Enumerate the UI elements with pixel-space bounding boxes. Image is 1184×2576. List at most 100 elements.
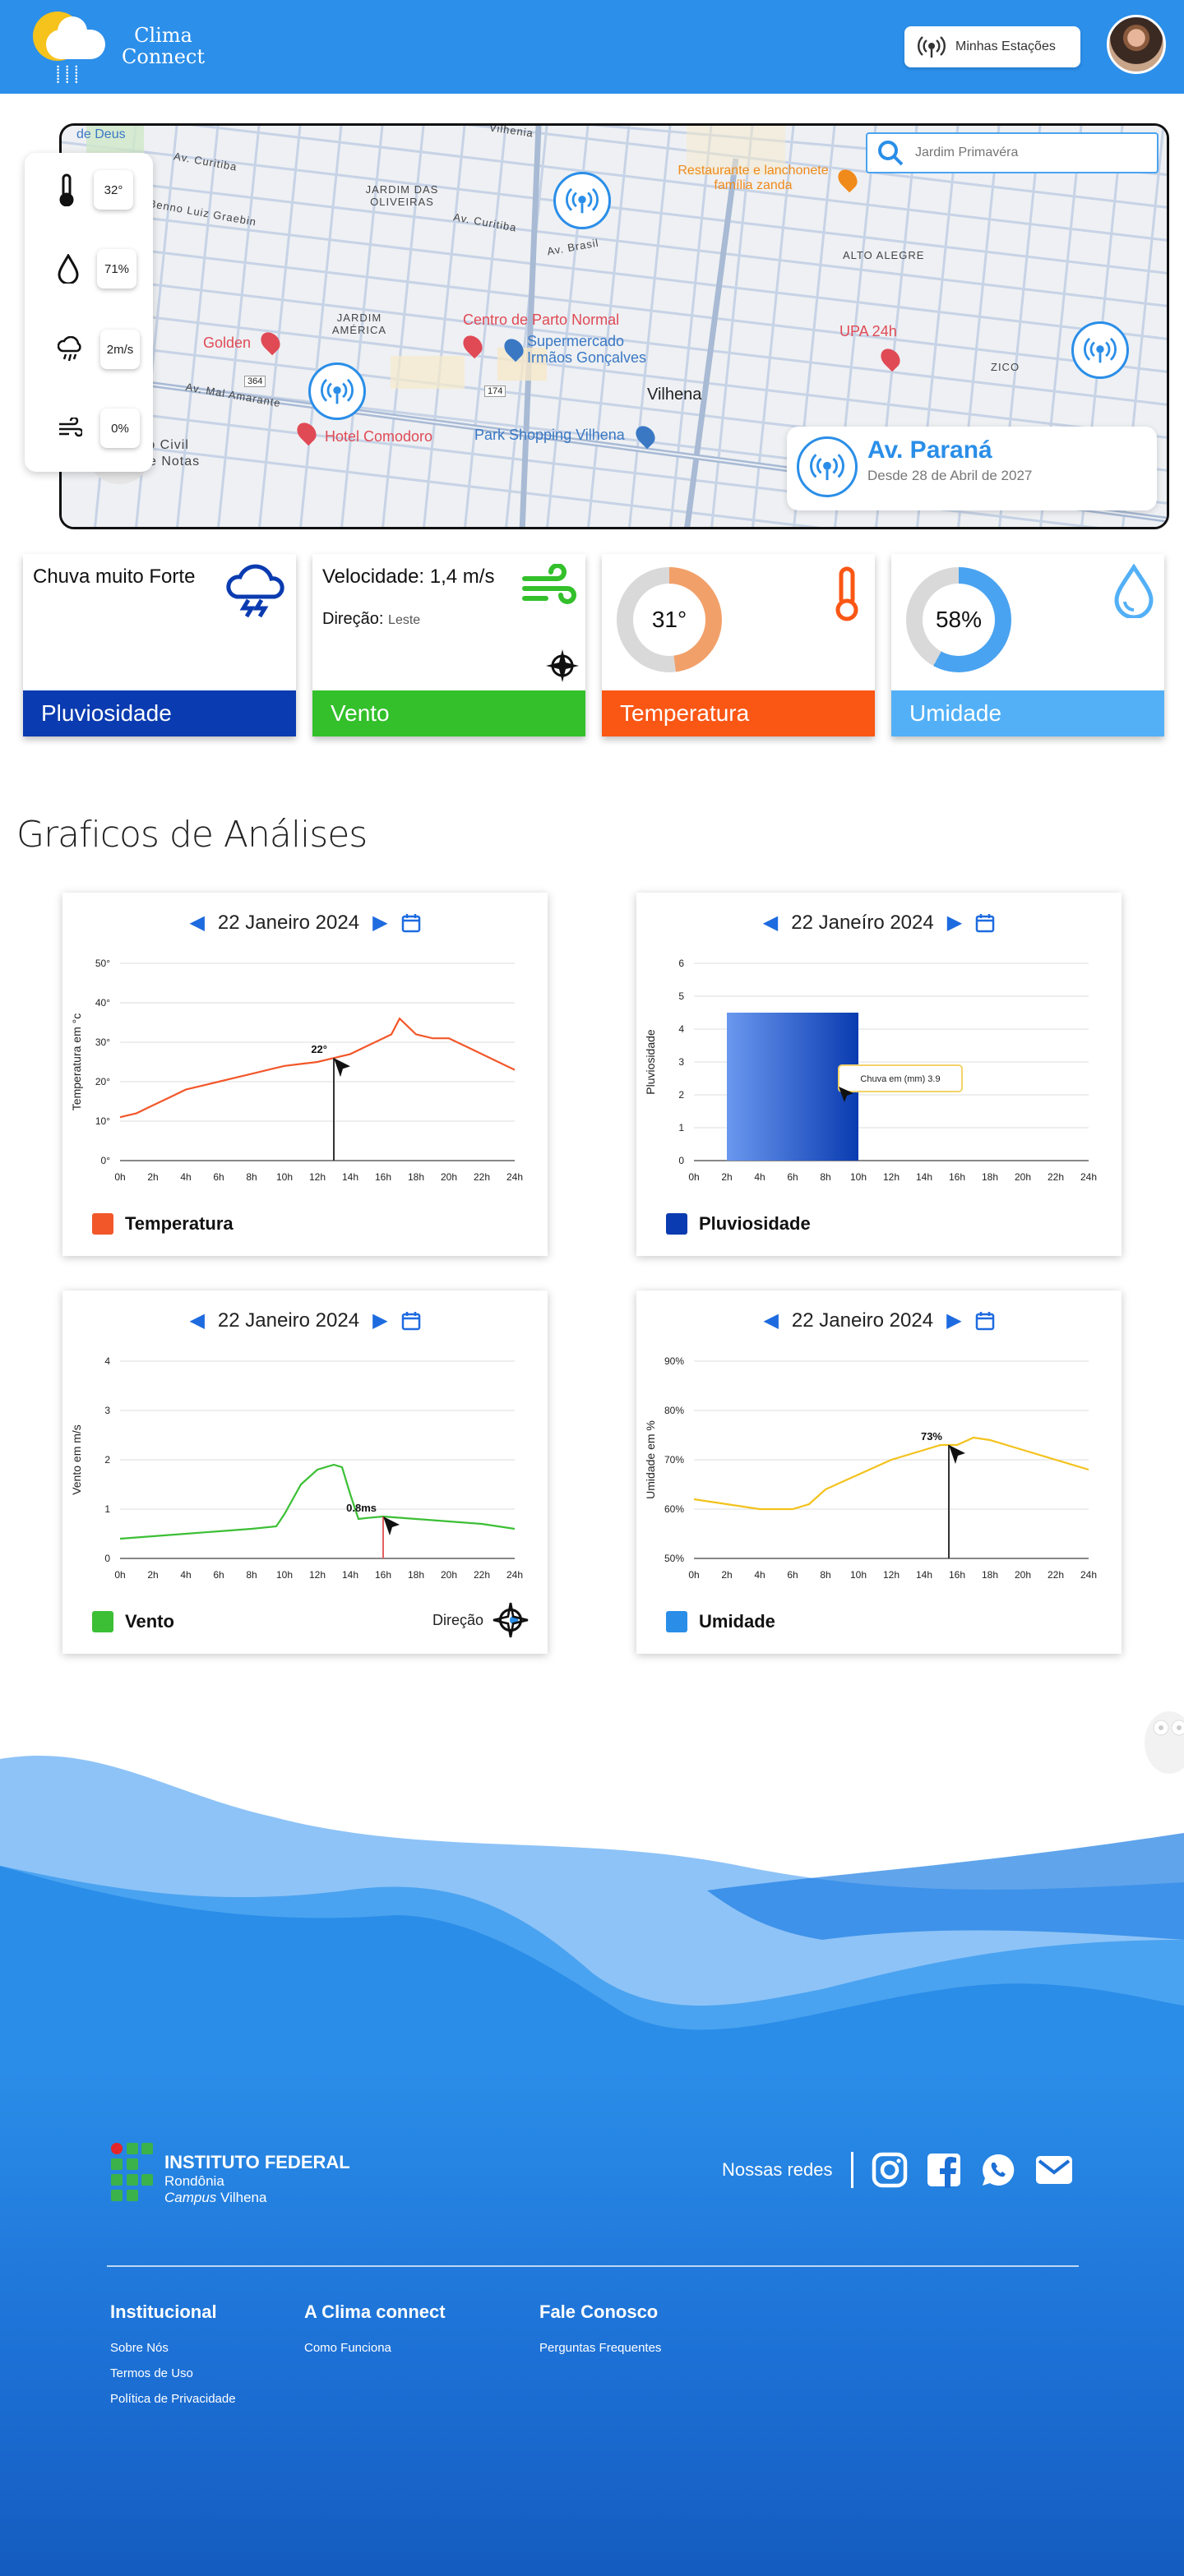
footer-column-title: A Clima connect bbox=[304, 2301, 446, 2322]
x-tick-label: 4h bbox=[180, 1569, 191, 1581]
app-logo[interactable]: ⸽⸽⸽ Clima Connect bbox=[33, 12, 230, 85]
rain-card-footer: Pluviosidade bbox=[23, 690, 296, 736]
y-tick-label: 0 bbox=[104, 1553, 110, 1564]
temperature-chart[interactable]: 0° 10° 20° 30° 40° 50° 0h 2h 4h 6h 8h 10h 12h 14h 16h 1… bbox=[62, 947, 548, 1193]
map-label: Golden bbox=[203, 335, 252, 351]
x-tick-label: 22h bbox=[474, 1569, 490, 1581]
map-label: Restaurante e lanchonete família zanda bbox=[678, 164, 829, 192]
wind-direction: Direção: Leste bbox=[322, 610, 420, 629]
drop-icon bbox=[1114, 564, 1154, 618]
map-label: UPA 24h bbox=[839, 323, 897, 339]
station-marker[interactable] bbox=[1071, 321, 1129, 379]
rain-card[interactable]: Chuva muito Forte Pluviosidade bbox=[23, 554, 296, 736]
date-navigator: ◀ 22 Janeíro 2024 ▶ bbox=[636, 911, 1122, 935]
x-tick-label: 4h bbox=[754, 1171, 765, 1183]
calendar-icon[interactable] bbox=[975, 1311, 995, 1331]
y-tick-label: 1 bbox=[678, 1122, 684, 1133]
prev-day-button[interactable]: ◀ bbox=[763, 911, 778, 935]
x-tick-label: 24h bbox=[1080, 1569, 1097, 1581]
user-avatar[interactable] bbox=[1107, 15, 1166, 74]
x-tick-label: 10h bbox=[850, 1569, 867, 1581]
wind-chart[interactable]: 0 1 2 3 4 0h 2h 4h 6h 8h 10h 12h 14h 16h 18h 20h 22h 24h V… bbox=[62, 1345, 548, 1591]
antenna-icon bbox=[918, 36, 946, 58]
calendar-icon[interactable] bbox=[975, 913, 995, 933]
humidity-card[interactable]: 58% Umidade bbox=[891, 554, 1164, 736]
station-marker[interactable] bbox=[553, 172, 611, 229]
x-tick-label: 8h bbox=[246, 1171, 257, 1183]
humidity-chart[interactable]: 50% 60% 70% 80% 90% 0h 2h 4h 6h 8h 10h 12h 14h 16h 18h… bbox=[636, 1345, 1122, 1591]
antenna-icon bbox=[566, 187, 599, 214]
wind-icon bbox=[522, 564, 576, 604]
rain-chart[interactable]: 0 1 2 3 4 5 6 0h 2h 4h 6h 8h 10h 12h 14h 16h 18h 20h 22h 24… bbox=[636, 947, 1122, 1193]
email-icon[interactable] bbox=[1034, 2154, 1074, 2186]
quick-readings-panel: 32° 71% 2m/s 0% bbox=[25, 153, 153, 472]
instagram-icon[interactable] bbox=[872, 2152, 908, 2188]
calendar-icon[interactable] bbox=[401, 1311, 421, 1331]
wind-direction-indicator: Direção bbox=[432, 1601, 530, 1639]
y-tick-label: 0° bbox=[101, 1155, 111, 1166]
map-label: Park Shopping Vilhena bbox=[474, 427, 625, 443]
bar-tooltip-text: Chuva em (mm) 3.9 bbox=[860, 1074, 940, 1084]
map-label: Hotel Comodoro bbox=[325, 428, 433, 445]
x-tick-label: 12h bbox=[309, 1569, 326, 1581]
selected-station-card[interactable]: Av. Paraná Desde 28 de Abril de 2027 bbox=[787, 427, 1157, 510]
search-icon bbox=[878, 141, 904, 166]
y-tick-label: 50% bbox=[664, 1553, 684, 1564]
map-search-input[interactable] bbox=[915, 145, 1129, 160]
station-name: Av. Paraná bbox=[867, 436, 992, 464]
map-search-box[interactable] bbox=[866, 132, 1159, 173]
y-axis-label: Temperatura em °c bbox=[70, 1013, 83, 1110]
storm-icon bbox=[226, 564, 284, 618]
y-tick-label: 2 bbox=[104, 1454, 110, 1466]
station-map[interactable]: de Deus Vilhenia Av. Curitiba JARDIM DAS… bbox=[59, 123, 1169, 529]
antenna-icon bbox=[810, 454, 844, 481]
chart-date: 22 Janeiro 2024 bbox=[217, 911, 360, 934]
temperature-gauge: 31° bbox=[617, 567, 722, 672]
prev-day-button[interactable]: ◀ bbox=[763, 1309, 778, 1332]
footer-link-como-funciona[interactable]: Como Funciona bbox=[304, 2341, 446, 2355]
x-tick-label: 24h bbox=[1080, 1171, 1097, 1183]
wind-card[interactable]: Velocidade: 1,4 m/s Direção: Leste Vento bbox=[312, 554, 585, 736]
wind-chart-card: ◀ 22 Janeiro 2024 ▶ 0 1 2 3 4 0h 2h 4h 6h 8h 10h 12… bbox=[62, 1290, 548, 1654]
marker-value-label: 22° bbox=[311, 1043, 327, 1055]
station-marker[interactable] bbox=[308, 362, 366, 420]
prev-day-button[interactable]: ◀ bbox=[189, 1309, 204, 1332]
my-stations-button[interactable]: Minhas Estações bbox=[904, 26, 1080, 67]
road-shield: 364 bbox=[244, 376, 266, 387]
y-tick-label: 5 bbox=[678, 990, 684, 1002]
next-day-button[interactable]: ▶ bbox=[372, 911, 387, 935]
chart-legend: Temperatura bbox=[92, 1213, 234, 1235]
logo-text: Clima Connect bbox=[122, 25, 205, 67]
footer-link-faq[interactable]: Perguntas Frequentes bbox=[539, 2341, 661, 2355]
next-day-button[interactable]: ▶ bbox=[372, 1309, 387, 1332]
next-day-button[interactable]: ▶ bbox=[946, 1309, 961, 1332]
calendar-icon[interactable] bbox=[401, 913, 421, 933]
chart-date: 22 Janeiro 2024 bbox=[217, 1309, 360, 1332]
map-label: Centro de Parto Normal bbox=[463, 312, 620, 328]
x-tick-label: 12h bbox=[309, 1171, 326, 1183]
facebook-icon[interactable] bbox=[926, 2152, 962, 2188]
temperature-chart-card: ◀ 22 Janeiro 2024 ▶ 0° 10° 20° 30° 40° 50° 0h 2… bbox=[62, 893, 548, 1256]
humidity-chart-card: ◀ 22 Janeiro 2024 ▶ 50% 60% 70% 80% 90% 0h 2h 4… bbox=[636, 1290, 1122, 1654]
x-tick-label: 18h bbox=[408, 1171, 424, 1183]
humidity-gauge: 58% bbox=[906, 567, 1011, 672]
next-day-button[interactable]: ▶ bbox=[947, 911, 962, 935]
x-tick-label: 16h bbox=[949, 1171, 965, 1183]
storm-icon bbox=[58, 336, 81, 362]
x-tick-label: 0h bbox=[114, 1569, 125, 1581]
social-links: Nossas redes bbox=[722, 2152, 1074, 2188]
prev-day-button[interactable]: ◀ bbox=[189, 911, 204, 935]
campus-word: Campus bbox=[164, 2190, 217, 2205]
institute-logo[interactable] bbox=[110, 2142, 160, 2203]
x-tick-label: 14h bbox=[916, 1171, 932, 1183]
x-tick-label: 24h bbox=[506, 1171, 523, 1183]
temperature-card[interactable]: 31° Temperatura bbox=[602, 554, 875, 736]
map-label: Vilhena bbox=[647, 385, 702, 404]
temperature-value: 31° bbox=[633, 584, 705, 656]
footer-link-sobre-nos[interactable]: Sobre Nós bbox=[110, 2341, 236, 2355]
whatsapp-icon[interactable] bbox=[980, 2152, 1016, 2188]
footer-link-termos[interactable]: Termos de Uso bbox=[110, 2366, 236, 2380]
footer-link-privacidade[interactable]: Política de Privacidade bbox=[110, 2392, 236, 2406]
station-since: Desde 28 de Abril de 2027 bbox=[867, 468, 1033, 483]
x-tick-label: 10h bbox=[850, 1171, 867, 1183]
